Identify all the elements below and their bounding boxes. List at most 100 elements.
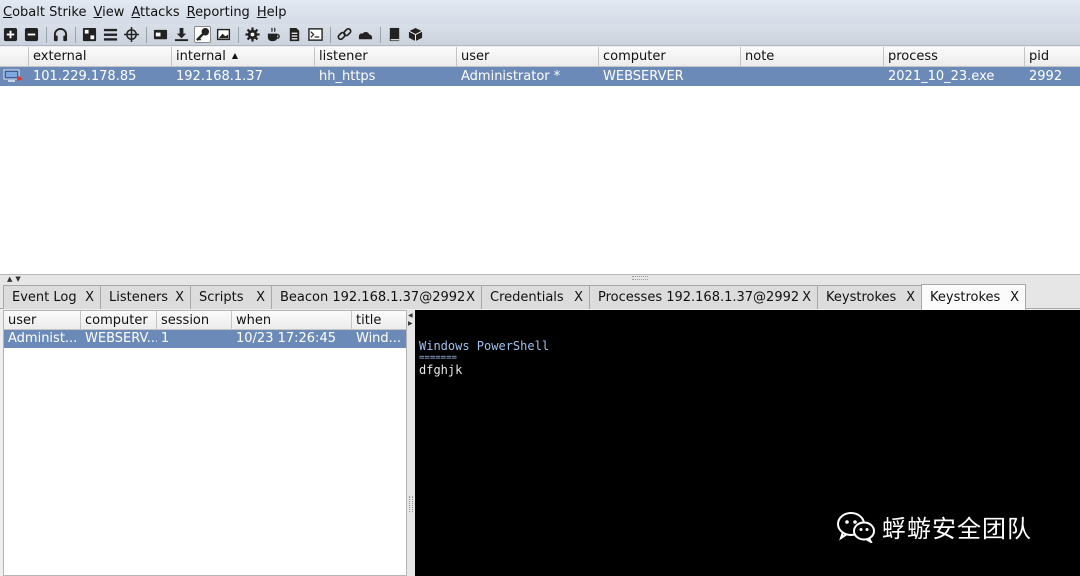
link-icon[interactable] <box>336 26 353 43</box>
menu-mnemonic: H <box>256 4 267 20</box>
headphones-icon[interactable] <box>52 26 69 43</box>
tab-label: Keystrokes <box>930 290 1001 305</box>
menu-rest: obalt Strike <box>12 4 87 20</box>
tab-close-button[interactable]: X <box>1010 290 1019 305</box>
menu-view[interactable]: View <box>93 5 124 20</box>
disconnect-icon[interactable] <box>23 26 40 43</box>
column-header-process[interactable]: process <box>884 47 1025 67</box>
tab-close-button[interactable]: X <box>906 290 915 305</box>
sessions-table: external internal ▲ listener user compute… <box>0 47 1080 275</box>
column-header-title[interactable]: title <box>352 311 406 330</box>
column-header-icon[interactable] <box>0 47 29 67</box>
cell-note <box>741 67 884 86</box>
column-header-pid[interactable]: pid <box>1025 47 1080 67</box>
menu-mnemonic: C <box>3 4 13 20</box>
column-header-listener[interactable]: listener <box>315 47 457 67</box>
column-header-session[interactable]: session <box>157 311 232 330</box>
menu-bar: Cobalt Strike View Attacks Reporting Hel… <box>0 0 1080 24</box>
keystrokes-icon[interactable] <box>194 26 211 43</box>
table-row[interactable]: 101.229.178.85 192.168.1.37 hh_https Adm… <box>0 67 1080 86</box>
sessions-table-header: external internal ▲ listener user compute… <box>0 47 1080 67</box>
split-grip[interactable] <box>632 276 648 280</box>
cell-computer: WEBSERVER <box>603 69 684 84</box>
sort-ascending-icon: ▲ <box>231 51 239 60</box>
tab-keystrokes[interactable]: Keystrokes X <box>817 285 922 309</box>
tab-label: Credentials <box>490 290 564 305</box>
cloud-icon[interactable] <box>357 26 374 43</box>
toolbar-separator <box>330 26 331 43</box>
screenshots-icon[interactable] <box>215 26 232 43</box>
tab-label: Keystrokes <box>826 290 897 305</box>
tab-close-button[interactable]: X <box>466 290 475 305</box>
watermark-text: 蜉蝣安全团队 <box>882 515 1032 543</box>
watermark: 蜉蝣安全团队 <box>836 509 1032 544</box>
cell-user: Administ... <box>8 331 78 346</box>
tab-close-button[interactable]: X <box>256 290 265 305</box>
toolbar-separator <box>380 26 381 43</box>
tab-label: Beacon 192.168.1.37@2992 <box>280 290 466 305</box>
menu-reporting[interactable]: Reporting <box>187 5 250 20</box>
column-header-computer[interactable]: computer <box>81 311 157 330</box>
tab-close-button[interactable]: X <box>175 290 184 305</box>
menu-rest: eporting <box>195 4 250 20</box>
column-header-external[interactable]: external <box>29 47 172 67</box>
tab-close-button[interactable]: X <box>85 290 94 305</box>
menu-mnemonic: R <box>186 4 196 20</box>
cell-external: 101.229.178.85 <box>33 69 137 84</box>
package-icon[interactable] <box>407 26 424 43</box>
column-header-user[interactable]: user <box>4 311 81 330</box>
tab-label: Event Log <box>12 290 77 305</box>
cell-when: 10/23 17:26:45 <box>236 331 336 346</box>
downloads-icon[interactable] <box>173 26 190 43</box>
tab-event-log[interactable]: Event Log X <box>3 285 101 309</box>
document-icon[interactable] <box>286 26 303 43</box>
toolbar-separator <box>75 26 76 43</box>
column-header-user[interactable]: user <box>457 47 599 67</box>
tab-bar: Event Log X Listeners X Scripts X Beacon 19… <box>0 283 1080 310</box>
menu-mnemonic: V <box>93 4 103 20</box>
menu-attacks[interactable]: Attacks <box>131 5 179 20</box>
menu-cobalt-strike[interactable]: Cobalt Strike <box>3 5 86 20</box>
tab-close-button[interactable]: X <box>802 290 811 305</box>
tab-keystrokes-active[interactable]: Keystrokes X <box>921 284 1026 310</box>
toolbar-separator <box>238 26 239 43</box>
targets-icon[interactable] <box>123 26 140 43</box>
tab-label: Processes 192.168.1.37@2992 <box>598 290 800 305</box>
cell-internal: 192.168.1.37 <box>176 69 263 84</box>
book-icon[interactable] <box>386 26 403 43</box>
wechat-icon <box>837 511 875 543</box>
table-row[interactable]: Administ... WEBSERV... 1 10/23 17:26:45 … <box>4 330 406 348</box>
new-connection-icon[interactable] <box>2 26 19 43</box>
cell-listener: hh_https <box>319 69 376 84</box>
tab-scripts[interactable]: Scripts X <box>190 285 272 309</box>
horizontal-split-divider[interactable]: ▲▼ <box>0 275 1080 283</box>
settings-icon[interactable] <box>244 26 261 43</box>
session-list-icon[interactable] <box>102 26 119 43</box>
keystrokes-table-header: user computer session when title <box>4 311 406 330</box>
toolbar-separator <box>146 26 147 43</box>
split-grip[interactable] <box>409 496 413 512</box>
window-title-text: Windows PowerShell <box>419 339 550 353</box>
tab-beacon[interactable]: Beacon 192.168.1.37@2992 X <box>271 285 482 309</box>
column-header-note[interactable]: note <box>741 47 884 67</box>
column-header-internal[interactable]: internal ▲ <box>172 47 315 67</box>
tab-close-button[interactable]: X <box>574 290 583 305</box>
cell-process: 2021_10_23.exe <box>888 69 995 84</box>
pivot-graph-icon[interactable] <box>81 26 98 43</box>
keystrokes-table: user computer session when title Adminis… <box>3 310 407 576</box>
column-header-computer[interactable]: computer <box>599 47 741 67</box>
menu-help[interactable]: Help <box>257 5 287 20</box>
tab-processes[interactable]: Processes 192.168.1.37@2992 X <box>589 285 818 309</box>
vertical-split-divider[interactable]: ◀ ▶ <box>407 310 415 576</box>
java-applet-icon[interactable] <box>265 26 282 43</box>
tab-credentials[interactable]: Credentials X <box>481 285 590 309</box>
terminal-icon[interactable] <box>307 26 324 43</box>
toolbar <box>0 24 1080 46</box>
collapse-arrows-icon[interactable]: ▲▼ <box>7 275 24 283</box>
column-header-when[interactable]: when <box>232 311 352 330</box>
tab-label: Listeners <box>109 290 169 305</box>
collapse-arrows-icon[interactable]: ◀ ▶ <box>408 312 413 328</box>
credentials-icon[interactable] <box>152 26 169 43</box>
tab-listeners[interactable]: Listeners X <box>100 285 191 309</box>
menu-rest: ttacks <box>140 4 180 20</box>
